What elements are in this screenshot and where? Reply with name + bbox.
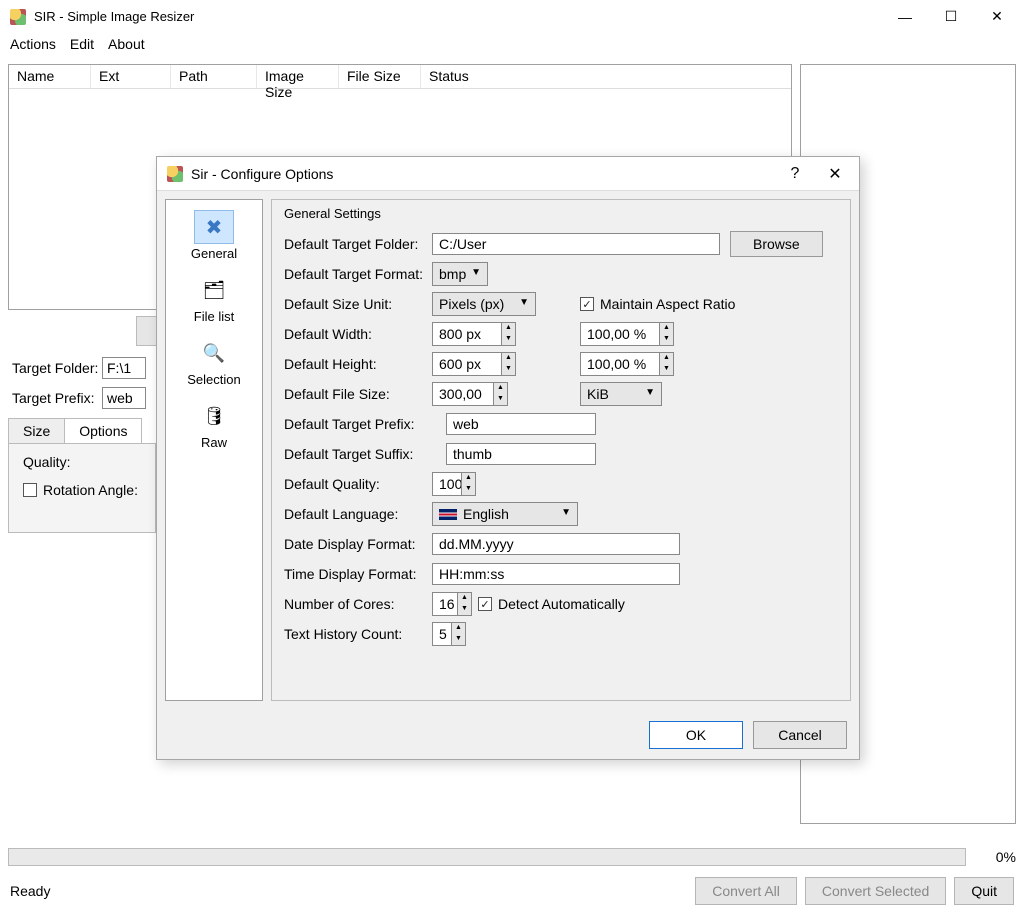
progress-area: 0% bbox=[8, 848, 1016, 866]
selection-icon: 🔍 bbox=[203, 343, 225, 364]
default-target-folder-input[interactable] bbox=[432, 233, 720, 255]
lbl-history: Text History Count: bbox=[284, 626, 432, 642]
target-folder-label: Target Folder: bbox=[8, 360, 102, 376]
checkbox-icon: ✓ bbox=[580, 297, 594, 311]
progress-percent: 0% bbox=[976, 849, 1016, 865]
status-text: Ready bbox=[10, 883, 687, 899]
lbl-default-target-suffix: Default Target Suffix: bbox=[284, 446, 446, 462]
lbl-default-language: Default Language: bbox=[284, 506, 432, 522]
menubar: Actions Edit About bbox=[0, 34, 1024, 58]
language-combo[interactable]: English▼ bbox=[432, 502, 578, 526]
default-suffix-input[interactable] bbox=[446, 443, 596, 465]
close-button[interactable]: ✕ bbox=[974, 2, 1020, 32]
dialog-titlebar: Sir - Configure Options ? ✕ bbox=[157, 157, 859, 191]
app-icon bbox=[10, 9, 26, 25]
tab-options[interactable]: Options bbox=[64, 418, 142, 443]
chevron-down-icon: ▼ bbox=[471, 267, 481, 278]
options-tab-body: Quality: Rotation Angle: bbox=[8, 443, 156, 533]
browse-button[interactable]: Browse bbox=[730, 231, 823, 257]
window-title: SIR - Simple Image Resizer bbox=[34, 9, 194, 24]
col-image-size[interactable]: Image Size bbox=[257, 65, 339, 88]
default-quality-spinner[interactable]: 100▲▼ bbox=[432, 472, 476, 496]
rotation-label: Rotation Angle: bbox=[43, 482, 138, 498]
configure-options-dialog: Sir - Configure Options ? ✕ ✖ General 🗂 … bbox=[156, 156, 860, 760]
col-name[interactable]: Name bbox=[9, 65, 91, 88]
category-filelist[interactable]: 🗂 File list bbox=[166, 269, 262, 332]
cancel-button[interactable]: Cancel bbox=[753, 721, 847, 749]
menu-about[interactable]: About bbox=[108, 36, 145, 52]
lbl-default-target-folder: Default Target Folder: bbox=[284, 236, 432, 252]
col-path[interactable]: Path bbox=[171, 65, 257, 88]
col-ext[interactable]: Ext bbox=[91, 65, 171, 88]
rotation-angle-check[interactable]: Rotation Angle: bbox=[23, 482, 138, 498]
lbl-default-target-format: Default Target Format: bbox=[284, 266, 432, 282]
col-status[interactable]: Status bbox=[421, 65, 791, 88]
default-width-spinner[interactable]: 800 px▲▼ bbox=[432, 322, 516, 346]
filelist-icon: 🗂 bbox=[203, 280, 226, 301]
time-format-input[interactable] bbox=[432, 563, 680, 585]
dialog-footer: OK Cancel bbox=[649, 721, 847, 749]
chevron-down-icon: ▼ bbox=[645, 387, 655, 398]
lbl-date-format: Date Display Format: bbox=[284, 536, 432, 552]
size-unit-combo[interactable]: Pixels (px)▼ bbox=[432, 292, 536, 316]
lbl-default-target-prefix: Default Target Prefix: bbox=[284, 416, 446, 432]
dialog-close-button[interactable]: ✕ bbox=[815, 159, 855, 189]
convert-all-button[interactable]: Convert All bbox=[695, 877, 797, 905]
dialog-title: Sir - Configure Options bbox=[191, 166, 333, 182]
menu-actions[interactable]: Actions bbox=[10, 36, 56, 52]
lbl-default-file-size: Default File Size: bbox=[284, 386, 432, 402]
category-general[interactable]: ✖ General bbox=[166, 206, 262, 269]
checkbox-icon: ✓ bbox=[478, 597, 492, 611]
chevron-down-icon: ▼ bbox=[519, 297, 529, 308]
group-title: General Settings bbox=[284, 206, 838, 221]
raw-icon: 🛢 bbox=[203, 406, 226, 427]
target-prefix-input[interactable] bbox=[102, 387, 146, 409]
checkbox-icon bbox=[23, 483, 37, 497]
dialog-app-icon bbox=[167, 166, 183, 182]
file-size-spinner[interactable]: 300,00▲▼ bbox=[432, 382, 508, 406]
maximize-button[interactable]: ☐ bbox=[928, 2, 974, 32]
category-list: ✖ General 🗂 File list 🔍 Selection 🛢 Raw bbox=[165, 199, 263, 701]
category-selection[interactable]: 🔍 Selection bbox=[166, 332, 262, 395]
default-prefix-input[interactable] bbox=[446, 413, 596, 435]
col-file-size[interactable]: File Size bbox=[339, 65, 421, 88]
format-combo[interactable]: bmp▼ bbox=[432, 262, 488, 286]
target-prefix-label: Target Prefix: bbox=[8, 390, 102, 406]
lbl-default-size-unit: Default Size Unit: bbox=[284, 296, 432, 312]
maintain-aspect-check[interactable]: ✓ Maintain Aspect Ratio bbox=[580, 296, 735, 312]
cores-spinner[interactable]: 16▲▼ bbox=[432, 592, 472, 616]
file-size-unit-combo[interactable]: KiB▼ bbox=[580, 382, 662, 406]
dialog-help-button[interactable]: ? bbox=[775, 159, 815, 189]
minimize-button[interactable]: — bbox=[882, 2, 928, 32]
progress-bar bbox=[8, 848, 966, 866]
statusbar: Ready Convert All Convert Selected Quit bbox=[0, 874, 1024, 908]
file-list-header: Name Ext Path Image Size File Size Statu… bbox=[9, 65, 791, 89]
chevron-down-icon: ▼ bbox=[561, 507, 571, 518]
date-format-input[interactable] bbox=[432, 533, 680, 555]
target-folder-input[interactable] bbox=[102, 357, 146, 379]
quit-button[interactable]: Quit bbox=[954, 877, 1014, 905]
ok-button[interactable]: OK bbox=[649, 721, 743, 749]
quality-label: Quality: bbox=[23, 454, 145, 470]
lbl-time-format: Time Display Format: bbox=[284, 566, 432, 582]
convert-selected-button[interactable]: Convert Selected bbox=[805, 877, 946, 905]
history-spinner[interactable]: 5▲▼ bbox=[432, 622, 466, 646]
width-pct-spinner[interactable]: 100,00 %▲▼ bbox=[580, 322, 674, 346]
lbl-default-width: Default Width: bbox=[284, 326, 432, 342]
category-raw[interactable]: 🛢 Raw bbox=[166, 395, 262, 458]
uk-flag-icon bbox=[439, 509, 457, 520]
lbl-default-height: Default Height: bbox=[284, 356, 432, 372]
detect-auto-check[interactable]: ✓ Detect Automatically bbox=[478, 596, 625, 612]
lbl-default-quality: Default Quality: bbox=[284, 476, 432, 492]
tools-icon: ✖ bbox=[206, 215, 223, 240]
height-pct-spinner[interactable]: 100,00 %▲▼ bbox=[580, 352, 674, 376]
tab-size[interactable]: Size bbox=[8, 418, 65, 443]
menu-edit[interactable]: Edit bbox=[70, 36, 94, 52]
general-settings-group: General Settings Default Target Folder: … bbox=[271, 199, 851, 701]
lbl-cores: Number of Cores: bbox=[284, 596, 432, 612]
default-height-spinner[interactable]: 600 px▲▼ bbox=[432, 352, 516, 376]
main-titlebar: SIR - Simple Image Resizer — ☐ ✕ bbox=[0, 0, 1024, 34]
